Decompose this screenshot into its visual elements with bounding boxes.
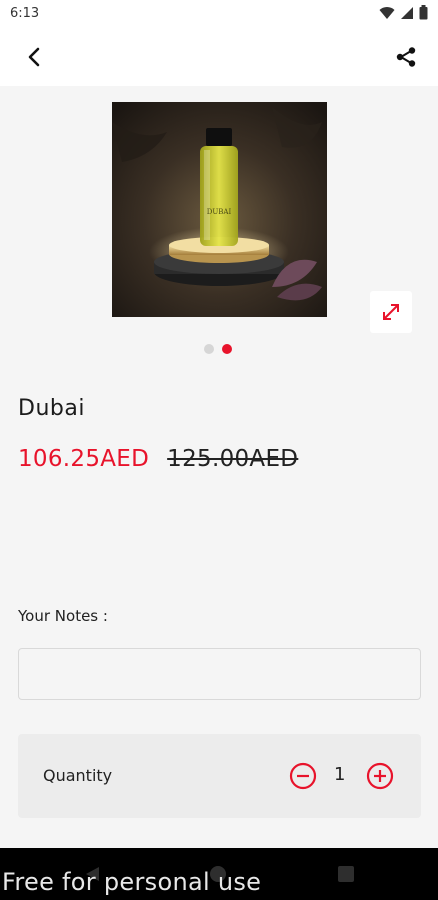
minus-circle-icon: [289, 762, 317, 790]
perfume-bottle-image: DUBAI: [112, 102, 327, 317]
price-row: 106.25AED 125.00AED: [18, 446, 298, 472]
quantity-decrease-button[interactable]: [289, 762, 317, 790]
signal-icon: [401, 6, 413, 19]
status-time: 6:13: [10, 6, 40, 21]
quantity-value: 1: [334, 764, 346, 785]
pager-dot-active[interactable]: [222, 344, 232, 354]
share-icon: [396, 47, 416, 67]
pager-dot[interactable]: [204, 344, 214, 354]
app-bar: [0, 28, 438, 86]
wifi-icon: [379, 6, 395, 19]
notes-label: Your Notes :: [18, 607, 108, 625]
expand-icon: [383, 304, 399, 320]
share-button[interactable]: [390, 42, 422, 72]
watermark-text: Free for personal use: [2, 868, 262, 896]
quantity-card: Quantity 1: [18, 734, 421, 818]
nav-recents-icon[interactable]: [338, 866, 354, 882]
original-price: 125.00AED: [167, 446, 299, 472]
quantity-label: Quantity: [43, 766, 113, 785]
plus-circle-icon: [366, 762, 394, 790]
svg-text:DUBAI: DUBAI: [207, 208, 232, 216]
product-name: Dubai: [18, 396, 85, 421]
sale-price: 106.25AED: [18, 446, 150, 472]
notes-input[interactable]: [18, 648, 421, 700]
status-bar: 6:13: [0, 0, 438, 28]
product-image[interactable]: DUBAI: [112, 102, 327, 317]
battery-icon: [419, 5, 428, 20]
expand-button[interactable]: [370, 291, 412, 333]
image-pager: [204, 344, 232, 354]
back-button[interactable]: [18, 42, 50, 72]
chevron-left-icon: [28, 47, 40, 67]
status-icons: [379, 5, 428, 20]
quantity-increase-button[interactable]: [366, 762, 394, 790]
